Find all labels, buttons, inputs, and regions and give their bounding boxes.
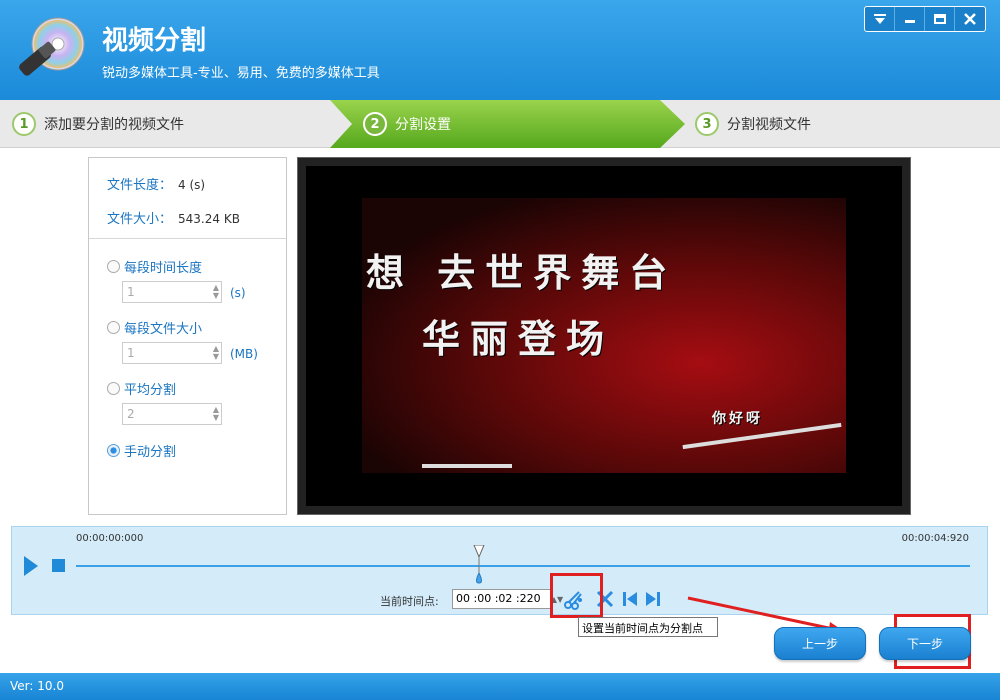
- previous-split-point-icon[interactable]: [618, 587, 642, 611]
- step-2-number: 2: [363, 112, 387, 136]
- maximize-icon[interactable]: [925, 7, 955, 31]
- step-1: 1 添加要分割的视频文件: [12, 100, 184, 148]
- per-size-unit: (MB): [230, 347, 258, 361]
- version-label: Ver: 10.0: [10, 679, 64, 693]
- step-3-number: 3: [695, 112, 719, 136]
- option-manual[interactable]: 手动分割: [107, 441, 176, 460]
- playhead-marker-icon[interactable]: [473, 544, 485, 589]
- title-bar: 视频分割 锐动多媒体工具-专业、易用、免费的多媒体工具: [0, 0, 1000, 100]
- next-split-point-icon[interactable]: [641, 587, 665, 611]
- timeline-start-time: 00:00:00:000: [76, 533, 144, 544]
- status-bar: Ver: 10.0: [0, 673, 1000, 700]
- option-average[interactable]: 平均分割: [107, 379, 176, 398]
- timeline-track[interactable]: [76, 565, 970, 567]
- stop-icon[interactable]: [52, 559, 65, 572]
- video-stroke: [422, 464, 512, 468]
- step-2: 2 分割设置: [363, 100, 451, 148]
- close-icon[interactable]: [955, 7, 985, 31]
- file-length-label: 文件长度：: [107, 178, 173, 193]
- step-1-number: 1: [12, 112, 36, 136]
- spin-arrows-icon[interactable]: ▲ ▼: [213, 284, 219, 300]
- minimize-icon[interactable]: [895, 7, 925, 31]
- per-time-unit: (s): [230, 286, 246, 300]
- app-logo: [14, 14, 90, 90]
- window-controls: [864, 6, 986, 32]
- video-caption-small: 你好呀: [712, 411, 763, 427]
- divider: [89, 238, 286, 239]
- previous-step-button[interactable]: 上一步: [774, 627, 866, 660]
- average-value: 2: [127, 407, 135, 421]
- current-time-input[interactable]: 00 :00 :02 :220: [452, 589, 552, 609]
- spin-arrows-icon[interactable]: ▲ ▼: [213, 406, 219, 422]
- option-per-size-label: 每段文件大小: [124, 322, 203, 337]
- file-length-value: 4 (s): [178, 178, 206, 192]
- app-title: 视频分割: [102, 26, 207, 56]
- option-manual-label: 手动分割: [124, 445, 177, 460]
- per-size-value: 1: [127, 346, 135, 360]
- radio-average[interactable]: [107, 382, 120, 395]
- video-preview: 想 去世界舞台 华丽登场 你好呀: [297, 157, 911, 515]
- video-caption-line2: 华丽登场: [422, 316, 615, 361]
- per-size-stepper[interactable]: 1 ▲ ▼: [122, 342, 222, 364]
- per-time-stepper[interactable]: 1 ▲ ▼: [122, 281, 222, 303]
- step-3: 3 分割视频文件: [695, 100, 811, 148]
- step-3-label: 分割视频文件: [727, 117, 811, 133]
- per-time-value: 1: [127, 285, 135, 299]
- tooltip: 设置当前时间点为分割点: [578, 617, 718, 637]
- file-size-value: 543.24 KB: [178, 212, 240, 226]
- next-step-button[interactable]: 下一步: [879, 627, 971, 660]
- play-icon[interactable]: [24, 556, 38, 576]
- menu-dropdown-icon[interactable]: [865, 7, 895, 31]
- current-time-value: 00 :00 :02 :220: [456, 592, 541, 605]
- radio-per-time[interactable]: [107, 260, 120, 273]
- step-2-label: 分割设置: [395, 117, 451, 133]
- radio-per-size[interactable]: [107, 321, 120, 334]
- video-canvas: 想 去世界舞台 华丽登场 你好呀: [306, 166, 902, 506]
- video-caption-line1: 想 去世界舞台: [366, 250, 678, 295]
- spin-arrows-icon[interactable]: ▲ ▼: [213, 345, 219, 361]
- file-length: 文件长度： 4 (s): [107, 174, 205, 193]
- timeline-end-time: 00:00:04:920: [901, 533, 969, 544]
- highlight-box: [550, 573, 603, 618]
- video-frame-image: 想 去世界舞台 华丽登场 你好呀: [362, 198, 846, 473]
- app-subtitle: 锐动多媒体工具-专业、易用、免费的多媒体工具: [102, 66, 380, 81]
- settings-panel: 文件长度： 4 (s) 文件大小： 543.24 KB 每段时间长度 1 ▲ ▼ (s…: [88, 157, 287, 515]
- current-time-label: 当前时间点:: [380, 595, 439, 608]
- option-per-time[interactable]: 每段时间长度: [107, 257, 202, 276]
- average-stepper[interactable]: 2 ▲ ▼: [122, 403, 222, 425]
- step-1-label: 添加要分割的视频文件: [44, 117, 184, 133]
- file-size: 文件大小： 543.24 KB: [107, 208, 240, 227]
- option-per-size[interactable]: 每段文件大小: [107, 318, 202, 337]
- radio-manual[interactable]: [107, 444, 120, 457]
- file-size-label: 文件大小：: [107, 212, 173, 227]
- option-average-label: 平均分割: [124, 383, 177, 398]
- option-per-time-label: 每段时间长度: [124, 261, 203, 276]
